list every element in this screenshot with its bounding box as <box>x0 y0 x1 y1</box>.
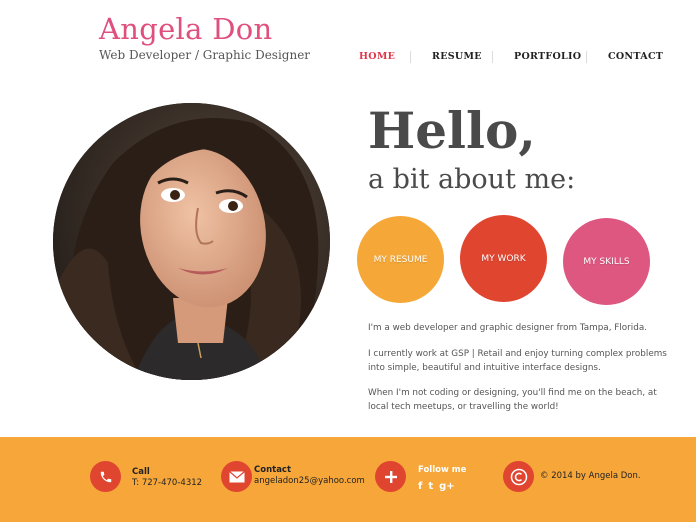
hero-greeting: Hello, <box>368 101 536 160</box>
bio-paragraph: I currently work at GSP | Retail and enj… <box>368 349 667 373</box>
nav-divider <box>492 51 493 63</box>
twitter-icon[interactable]: t <box>428 481 433 492</box>
site-title[interactable]: Angela Don <box>99 12 273 46</box>
nav-contact[interactable]: CONTACT <box>608 51 663 62</box>
copyright-text: © 2014 by Angela Don. <box>540 471 641 481</box>
phone-number[interactable]: T: 727-470-4312 <box>132 478 202 488</box>
copyright-icon <box>503 461 534 492</box>
follow-label: Follow me <box>418 465 467 475</box>
google-plus-icon[interactable]: g+ <box>439 481 455 492</box>
nav-home[interactable]: HOME <box>359 51 395 62</box>
plus-icon[interactable] <box>375 461 406 492</box>
my-resume-button[interactable]: MY RESUME <box>357 216 444 303</box>
nav-portfolio[interactable]: PORTFOLIO <box>514 51 581 62</box>
site-tagline: Web Developer / Graphic Designer <box>99 48 311 62</box>
my-work-button[interactable]: MY WORK <box>460 215 547 302</box>
envelope-icon[interactable] <box>221 461 252 492</box>
nav-divider <box>586 51 587 63</box>
nav-divider <box>410 51 411 63</box>
main-nav: HOME RESUME PORTFOLIO CONTACT <box>336 51 666 65</box>
nav-resume[interactable]: RESUME <box>432 51 482 62</box>
email-address[interactable]: angeladon25@yahoo.com <box>254 476 365 486</box>
call-label: Call <box>132 467 150 477</box>
my-skills-button[interactable]: MY SKILLS <box>563 218 650 305</box>
social-links: f t g+ <box>418 481 455 492</box>
bio-paragraph: When I'm not coding or designing, you'll… <box>368 388 657 412</box>
facebook-icon[interactable]: f <box>418 481 422 492</box>
bio-paragraph: I'm a web developer and graphic designer… <box>368 323 648 333</box>
contact-label: Contact <box>254 465 292 475</box>
phone-icon[interactable] <box>90 461 121 492</box>
hero-subheading: a bit about me: <box>368 164 576 195</box>
profile-photo <box>53 103 330 380</box>
